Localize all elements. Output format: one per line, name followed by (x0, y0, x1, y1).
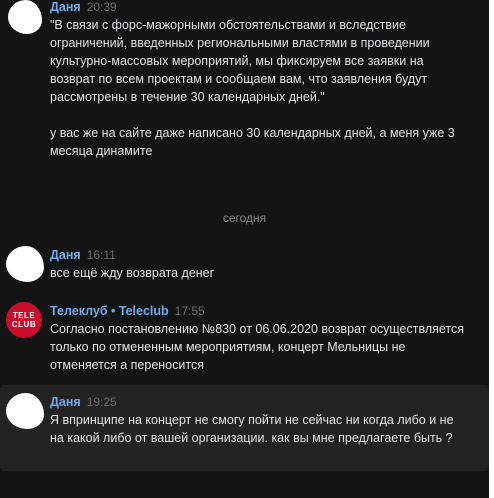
message: TELE CLUB Телеклуб • Teleclub 17:55 Соглас… (0, 296, 489, 376)
avatar[interactable] (8, 0, 42, 34)
message-time[interactable]: 16:11 (87, 248, 116, 262)
message-header: Даня 20:39 (50, 0, 117, 14)
author-name[interactable]: Даня (50, 248, 81, 262)
message-header: Телеклуб • Teleclub 17:55 (50, 304, 205, 318)
message-text: все ещё жду возврата денег (50, 266, 215, 280)
avatar[interactable] (6, 246, 44, 282)
message-header: Даня 16:11 (50, 248, 116, 262)
message-time[interactable]: 17:55 (175, 304, 205, 318)
teleclub-avatar[interactable]: TELE CLUB (6, 302, 42, 338)
chat-history: Даня 20:39 "В связи с форс-мажорными обст… (0, 0, 489, 498)
message-text: Согласно постановлению №830 от 06.06.202… (50, 322, 468, 372)
message-text: "В связи с форс-мажорными обстоятельства… (50, 18, 455, 158)
message-selected[interactable]: Даня 19:25 Я впринципе на концерт не смог… (0, 385, 489, 471)
message-time[interactable]: 20:39 (87, 0, 117, 14)
avatar[interactable] (6, 393, 44, 429)
window-edge (489, 0, 494, 498)
date-divider: сегодня (222, 211, 267, 225)
author-name[interactable]: Даня (50, 0, 81, 14)
message-time[interactable]: 19:25 (87, 395, 117, 409)
author-name[interactable]: Даня (50, 395, 81, 409)
message-text: Я впринципе на концерт не смогу пойти не… (50, 413, 457, 445)
message: Даня 20:39 "В связи с форс-мажорными обст… (0, 0, 489, 192)
message: Даня 16:11 все ещё жду возврата денег (0, 240, 489, 288)
teleclub-logo-icon: TELE CLUB (11, 311, 37, 329)
message-header: Даня 19:25 (50, 395, 117, 409)
author-name[interactable]: Телеклуб • Teleclub (50, 304, 169, 318)
